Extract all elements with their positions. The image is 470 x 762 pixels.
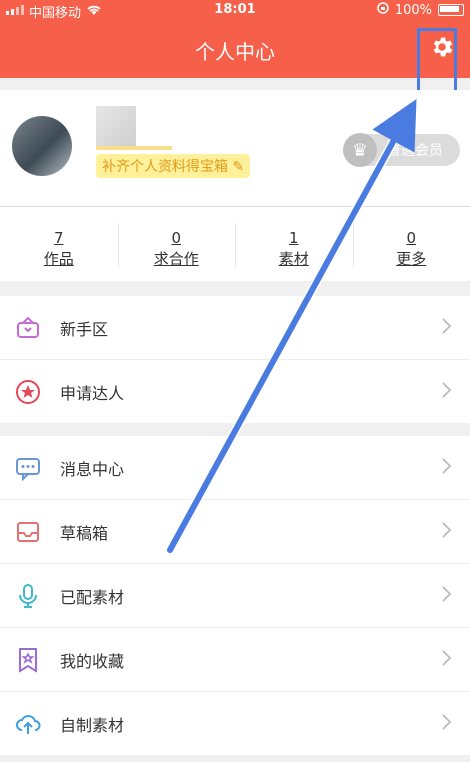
page-title: 个人中心 — [195, 40, 275, 64]
stat-works[interactable]: 7 作品 — [0, 207, 118, 281]
menu-item-self-made[interactable]: 自制素材 — [0, 692, 470, 755]
chevron-right-icon — [436, 316, 456, 336]
inbox-icon — [14, 518, 42, 546]
menu-item-messages[interactable]: 消息中心 — [0, 436, 470, 500]
menu-item-apply-expert[interactable]: 申请达人 — [0, 360, 470, 423]
annotation-highlight-box — [417, 28, 457, 96]
menu-item-favorites[interactable]: 我的收藏 — [0, 628, 470, 692]
menu-item-label: 消息中心 — [60, 460, 125, 479]
menu-item-label: 已配素材 — [60, 588, 125, 607]
menu-item-label: 新手区 — [60, 320, 109, 339]
stat-materials[interactable]: 1 素材 — [235, 207, 353, 281]
microphone-icon — [14, 582, 42, 610]
chevron-right-icon — [436, 712, 456, 732]
profile-card: 补齐个人资料得宝箱 ✎ ♛ 普通会员 — [0, 90, 470, 207]
chevron-right-icon — [436, 648, 456, 668]
stat-label: 作品 — [43, 250, 74, 268]
gift-icon — [14, 314, 42, 342]
menu-item-label: 自制素材 — [60, 716, 125, 735]
status-bar: 中国移动 18:01 100% — [0, 0, 470, 21]
menu-item-label: 草稿箱 — [60, 524, 109, 543]
chevron-right-icon — [436, 520, 456, 540]
menu-item-newbie[interactable]: 新手区 — [0, 296, 470, 360]
vip-badge[interactable]: ♛ 普通会员 — [343, 133, 460, 167]
menu-item-label: 申请达人 — [60, 384, 125, 403]
menu-item-drafts[interactable]: 草稿箱 — [0, 500, 470, 564]
stat-count: 0 — [406, 229, 417, 247]
username-blurred — [96, 106, 136, 146]
stat-count: 7 — [53, 229, 64, 247]
chevron-right-icon — [436, 456, 456, 476]
star-badge-icon — [14, 378, 42, 406]
edit-pencil-icon: ✎ — [232, 159, 245, 175]
stat-label: 更多 — [396, 250, 427, 268]
battery-icon — [438, 4, 464, 16]
chevron-right-icon — [436, 584, 456, 604]
stat-count: 1 — [288, 229, 299, 247]
stat-collaboration[interactable]: 0 求合作 — [117, 207, 236, 281]
battery-text: 100% — [394, 2, 432, 18]
nav-bar: 个人中心 — [0, 20, 470, 78]
stat-label: 素材 — [278, 250, 309, 268]
status-right: 100% — [377, 2, 464, 18]
stats-bar: 7 作品 0 求合作 1 素材 0 更多 — [0, 207, 470, 281]
menu-item-dubbed-materials[interactable]: 已配素材 — [0, 564, 470, 628]
menu-item-label: 我的收藏 — [60, 652, 125, 671]
message-icon — [14, 454, 42, 482]
stat-label: 求合作 — [153, 250, 199, 268]
complete-profile-link[interactable]: 补齐个人资料得宝箱 ✎ — [96, 154, 251, 178]
crown-icon: ♛ — [343, 133, 377, 167]
complete-profile-text: 补齐个人资料得宝箱 — [102, 159, 228, 175]
avatar[interactable] — [12, 116, 72, 176]
menu-group-1: 新手区 申请达人 — [0, 296, 470, 423]
bookmark-star-icon — [14, 646, 42, 674]
name-underline — [96, 146, 172, 150]
chevron-right-icon — [436, 380, 456, 400]
cloud-upload-icon — [14, 710, 42, 738]
rotation-lock-icon — [377, 2, 389, 18]
stat-more[interactable]: 0 更多 — [352, 207, 470, 281]
vip-label: 普通会员 — [387, 143, 443, 159]
menu-group-2: 消息中心 草稿箱 已配素材 我的收藏 自制素材 — [0, 436, 470, 755]
stat-count: 0 — [171, 229, 182, 247]
